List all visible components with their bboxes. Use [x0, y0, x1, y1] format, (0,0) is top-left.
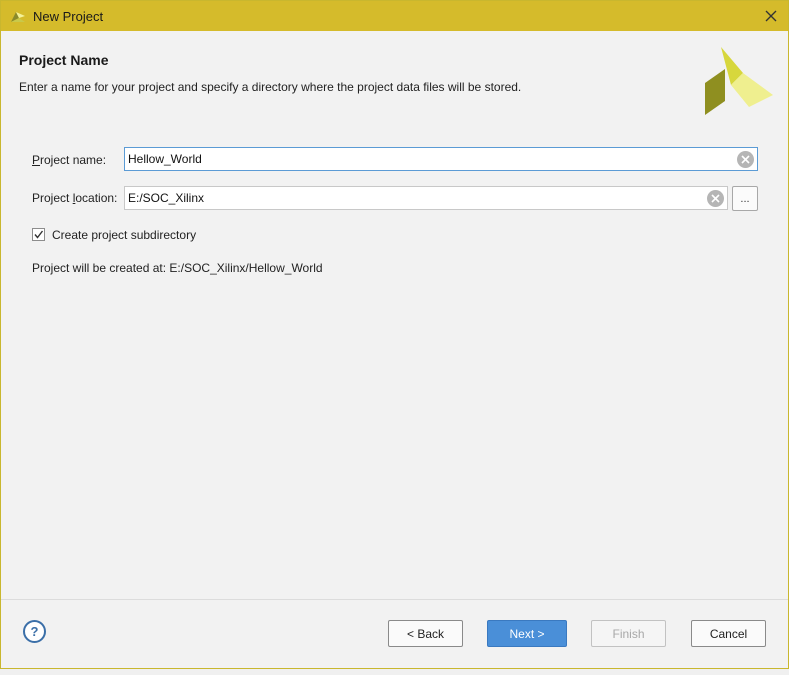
project-name-input[interactable] — [128, 148, 688, 170]
cancel-button[interactable]: Cancel — [691, 620, 766, 647]
clear-project-location-button[interactable] — [707, 190, 724, 207]
new-project-dialog: New Project Project Name Enter a name fo… — [0, 0, 789, 669]
project-location-input[interactable] — [128, 187, 688, 209]
window-title: New Project — [33, 9, 104, 24]
project-name-label: Project name: — [32, 153, 107, 167]
finish-button[interactable]: Finish — [591, 620, 666, 647]
create-subdirectory-checkbox[interactable] — [32, 228, 45, 241]
help-icon: ? — [30, 624, 39, 639]
footer-divider — [1, 599, 788, 600]
project-name-field[interactable] — [124, 147, 758, 171]
clear-project-name-button[interactable] — [737, 151, 754, 168]
page-title: Project Name — [19, 52, 109, 68]
checkmark-icon — [34, 230, 44, 239]
back-button[interactable]: < Back — [388, 620, 463, 647]
page-header: Project Name Enter a name for your proje… — [1, 31, 788, 126]
project-path-preview: Project will be created at: E:/SOC_Xilin… — [32, 261, 323, 275]
clear-icon — [711, 194, 720, 203]
page-description: Enter a name for your project and specif… — [19, 80, 522, 94]
close-button[interactable] — [760, 5, 782, 27]
title-bar: New Project — [1, 1, 788, 31]
close-icon — [765, 10, 777, 22]
vivado-logo-icon — [11, 12, 25, 22]
project-location-label: Project location: — [32, 191, 118, 205]
create-subdirectory-label[interactable]: Create project subdirectory — [52, 228, 196, 242]
next-button[interactable]: Next > — [487, 620, 567, 647]
project-location-field[interactable] — [124, 186, 728, 210]
clear-icon — [741, 155, 750, 164]
help-button[interactable]: ? — [23, 620, 46, 643]
vivado-logo-icon — [705, 47, 773, 115]
browse-location-button[interactable]: ... — [732, 186, 758, 211]
